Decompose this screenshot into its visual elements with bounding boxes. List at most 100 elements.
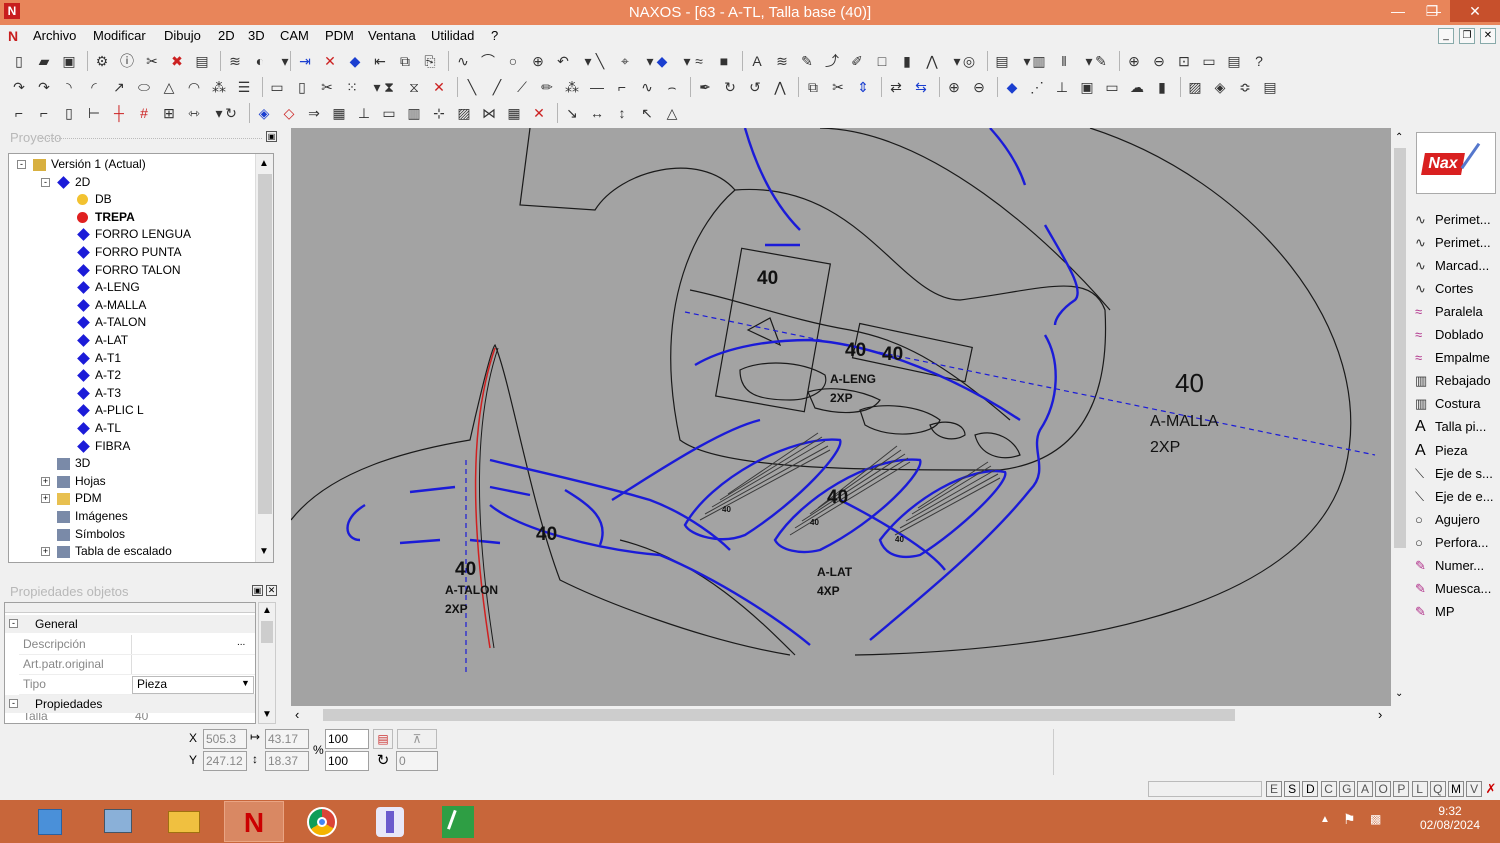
tool-perimet-[interactable]: ∿ Perimet... [1415,209,1497,231]
menu-help[interactable]: ? [491,28,498,43]
group-general[interactable]: - General [5,615,255,633]
prop-row-descripcion[interactable]: Descripción ... [19,635,255,655]
rotate-icon[interactable]: ↻ [721,78,739,96]
diamond-icon[interactable]: ◆ [1003,78,1021,96]
collapse-icon[interactable]: - [17,160,26,169]
paste-icon[interactable]: ⎘ [421,52,439,70]
pattern-icon[interactable]: ⋰ [1028,78,1046,96]
expand-icon[interactable]: + [41,547,50,557]
grid2-icon[interactable]: ▦ [505,104,523,122]
arc3-icon[interactable]: ◝ [60,78,78,96]
prop-value[interactable] [131,655,255,674]
new-icon[interactable]: ▯ [10,52,28,70]
status-toggle-l[interactable]: L [1411,781,1428,797]
flip-icon[interactable]: ⧖ [405,78,423,96]
tool-agujero[interactable]: ○ Agujero [1415,509,1497,531]
line-icon[interactable]: ╲ [591,52,609,70]
settings-icon[interactable]: ⚙ [93,52,111,70]
scroll-up-icon[interactable]: ⌃ [1395,132,1403,143]
explorer-window-taskbar-icon[interactable] [88,801,148,842]
corner1-icon[interactable]: ⌐ [10,104,28,122]
y-field[interactable]: 247.12 [203,751,247,771]
circle-icon[interactable]: ○ [504,52,522,70]
arrow-tl-icon[interactable]: ↖ [638,104,656,122]
tool-rebajado[interactable]: ▥ Rebajado [1415,370,1497,392]
arrow-icon[interactable]: ⇒ [305,104,323,122]
tool-empalme[interactable]: ≈ Empalme [1415,347,1497,369]
dim-v-icon[interactable]: ↕ [613,104,631,122]
zoom-in-icon[interactable]: ⊕ [945,78,963,96]
triangle-icon[interactable]: △ [160,78,178,96]
drawing-canvas[interactable]: 40 40 40 A-LENG 2XP 40 A-MALLA 2XP 40 40 A-TALON 2X… [291,128,1391,706]
tool-numer-[interactable]: ✎ Numer... [1415,555,1497,577]
status-toggle-d[interactable]: D [1302,781,1319,797]
paste-icon[interactable]: ▯ [293,78,311,96]
mirror-icon[interactable]: ⧗ [380,78,398,96]
export-icon[interactable]: ⇤ [371,52,389,70]
chevron-down-icon[interactable]: ▼ [241,678,250,688]
doc-restore-button[interactable]: ❐ [1459,28,1475,44]
canvas-hscrollbar[interactable]: ‹ › [291,706,1391,724]
mirror-icon[interactable]: ⇄ [887,78,905,96]
tool-eje-de-e-[interactable]: ⟍ Eje de e... [1415,486,1497,508]
menu-modificar[interactable]: Modificar [93,28,146,43]
node-icon[interactable]: ⁂ [210,78,228,96]
arrows-icon[interactable]: ⇕ [854,78,872,96]
scale-lock-icon[interactable]: ▤ [373,729,393,749]
collapse-icon[interactable]: - [41,177,50,187]
target-icon[interactable]: ◎ [960,52,978,70]
doc-minimize-button[interactable]: _ [1438,28,1454,44]
grid-icon[interactable]: ▦ [330,104,348,122]
tool-paralela[interactable]: ≈ Paralela [1415,301,1497,323]
scroll-down-icon[interactable]: ▼ [259,546,269,557]
line-icon[interactable]: — [588,78,606,96]
cut-tool-icon[interactable]: ✂ [143,52,161,70]
open-icon[interactable]: ▰ [35,52,53,70]
step-icon[interactable]: ⌐ [613,78,631,96]
zoom-out-icon[interactable]: ⊖ [970,78,988,96]
scroll-up-icon[interactable]: ▲ [262,605,272,616]
dup-icon[interactable]: ⧉ [804,78,822,96]
rect-icon[interactable]: □ [873,52,891,70]
tool-cortes[interactable]: ∿ Cortes [1415,278,1497,300]
image-icon[interactable]: ▨ [1186,78,1204,96]
zoom-out-icon[interactable]: ⊖ [1150,52,1168,70]
text-icon[interactable]: A [748,52,766,70]
tool-mp[interactable]: ✎ MP [1415,601,1497,623]
printer-icon[interactable]: ▤ [1225,52,1243,70]
status-toggle-o[interactable]: O [1375,781,1392,797]
menu-pdm[interactable]: PDM [325,28,354,43]
browse-button[interactable]: ... [237,637,245,648]
color-icon[interactable]: ◐ [251,52,269,70]
scroll-up-icon[interactable]: ▲ [259,158,269,169]
menu-archivo[interactable]: Archivo [33,28,76,43]
wand-icon[interactable]: ⁂ [563,78,581,96]
slash-icon[interactable]: ╲ [463,78,481,96]
panel-pin-icon[interactable]: ▣ [266,131,277,142]
expand-icon[interactable]: + [41,476,50,486]
link-icon[interactable]: ⋈ [480,104,498,122]
info-icon[interactable]: ⓘ [118,52,136,70]
measure-icon[interactable]: ⇿ [185,104,203,122]
curve-icon[interactable]: ⌢ [663,78,681,96]
grid-icon[interactable]: ⁙ [343,78,361,96]
arrow-br-icon[interactable]: ↘ [563,104,581,122]
undo-icon[interactable]: ↺ [746,78,764,96]
glue-icon[interactable]: ▮ [898,52,916,70]
stack-icon[interactable]: ⊥ [355,104,373,122]
group-propiedades[interactable]: - Propiedades [5,695,255,713]
copy-icon[interactable]: ▭ [268,78,286,96]
scale-y-field[interactable]: 100 [325,751,369,771]
table2-icon[interactable]: ▨ [455,104,473,122]
layer-icon[interactable]: ≋ [226,52,244,70]
menu-cam[interactable]: CAM [280,28,309,43]
bars-icon[interactable]: ▥ [1030,52,1048,70]
zoom-in-icon[interactable]: ⊕ [1125,52,1143,70]
status-toggle-s[interactable]: S [1284,781,1301,797]
scroll-down-icon[interactable]: ⌄ [1395,688,1403,699]
scale-x-field[interactable]: 100 [325,729,369,749]
dim-h-icon[interactable]: ↔ [588,104,606,122]
dropdown-icon[interactable]: ▾ [276,52,294,70]
status-toggle-g[interactable]: G [1338,781,1355,797]
menu-2d[interactable]: 2D [218,28,235,43]
